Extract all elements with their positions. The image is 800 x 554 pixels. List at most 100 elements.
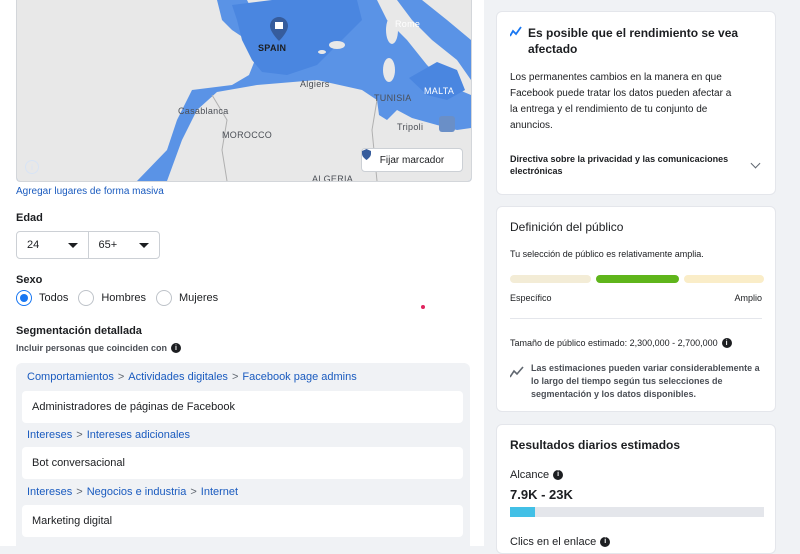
- map-label-tripoli: Tripoli: [397, 122, 424, 132]
- map-label-spain: SPAIN: [258, 43, 287, 53]
- radio-selected-icon[interactable]: [16, 290, 32, 306]
- performance-warning-title: Es posible que el rendimiento se vea afe…: [528, 25, 738, 57]
- meter-segment-specific: [510, 275, 591, 283]
- performance-warning-card: Es posible que el rendimiento se vea afe…: [496, 11, 776, 195]
- map-label-tunisia: TUNISIA: [374, 93, 412, 103]
- breadcrumb-item[interactable]: Facebook page admins: [242, 371, 356, 383]
- gender-option-women[interactable]: Mujeres: [155, 290, 219, 306]
- breadcrumb-separator: >: [190, 486, 197, 498]
- breadcrumb-item[interactable]: Intereses: [27, 486, 72, 498]
- drop-pin-button[interactable]: Fijar marcador: [361, 148, 463, 172]
- audience-definition-card: Definición del público Tu selección de p…: [496, 206, 776, 412]
- policy-line: Directiva sobre la privacidad y las comu…: [510, 154, 729, 164]
- audience-definition-title: Definición del público: [510, 220, 624, 234]
- performance-warning-body: Los permanentes cambios en la manera en …: [510, 70, 731, 134]
- detailed-targeting-label: Segmentación detallada: [16, 325, 142, 337]
- audience-definition-subtitle: Tu selección de público es relativamente…: [510, 249, 704, 259]
- targeting-breadcrumb: Intereses > Negocios e industria > Interne…: [27, 486, 238, 498]
- targeting-breadcrumb: Comportamientos > Actividades digitales > …: [27, 371, 357, 383]
- meter-right-label: Amplio: [734, 293, 762, 303]
- audience-breadth-meter: [510, 275, 764, 283]
- shield-pin-icon: [362, 149, 371, 160]
- trend-icon: [510, 26, 522, 37]
- breadcrumb-item[interactable]: Comportamientos: [27, 371, 114, 383]
- include-people-label: Incluir personas que coinciden con i: [16, 343, 182, 353]
- targeting-breadcrumb: Intereses > Intereses adicionales: [27, 429, 190, 441]
- body-line: Facebook puede tratar los datos pueden a…: [510, 88, 732, 99]
- breadcrumb-item[interactable]: Negocios e industria: [87, 486, 187, 498]
- info-icon[interactable]: i: [553, 470, 564, 480]
- chevron-down-icon[interactable]: [750, 158, 761, 169]
- note-line: lo largo del tiempo según tus seleccione…: [531, 376, 723, 386]
- chevron-down-icon: [139, 242, 149, 248]
- age-min-select[interactable]: 24: [17, 232, 88, 258]
- age-min-value: 24: [27, 239, 40, 251]
- reach-bar: [510, 507, 764, 517]
- chevron-down-icon: [67, 242, 78, 248]
- age-range-selector: 24 65+: [16, 231, 160, 259]
- targeting-item-label: Administradores de páginas de Facebook: [32, 401, 236, 413]
- gender-option-all[interactable]: Todos: [16, 290, 68, 306]
- targeting-item[interactable]: Administradores de páginas de Facebook: [22, 391, 463, 423]
- age-max-select[interactable]: 65+: [87, 232, 160, 258]
- cursor-marker: [421, 305, 425, 309]
- privacy-directive-link[interactable]: Directiva sobre la privacidad y las comu…: [510, 153, 728, 177]
- breadcrumb-separator: >: [76, 486, 83, 498]
- note-line: segmentación y los datos disponibles.: [531, 389, 697, 399]
- link-clicks-label-row: Clics en el enlace i: [510, 534, 611, 550]
- targeting-item-label: Bot conversacional: [32, 457, 125, 469]
- map-info-icon[interactable]: i: [25, 160, 39, 174]
- breadcrumb-separator: >: [117, 371, 125, 383]
- targeting-item-label: Marketing digital: [32, 515, 113, 527]
- info-icon[interactable]: i: [721, 338, 732, 348]
- age-label: Edad: [16, 212, 43, 224]
- info-icon[interactable]: i: [171, 343, 182, 353]
- title-line: Es posible que el rendimiento se vea: [528, 26, 739, 40]
- map-fullscreen-control[interactable]: [439, 116, 455, 132]
- detailed-targeting-box: Comportamientos > Actividades digitales > …: [16, 363, 470, 546]
- link-clicks-label: Clics en el enlace: [510, 536, 597, 548]
- policy-line: electrónicas: [510, 166, 563, 176]
- reach-label-row: Alcance i: [510, 467, 564, 483]
- location-map[interactable]: SPAIN Rome Algiers TUNISIA MALTA Casabla…: [16, 0, 472, 182]
- body-line: la entrega y el rendimiento de tu conjun…: [510, 104, 708, 115]
- map-label-algiers: Algiers: [300, 79, 330, 89]
- include-people-text: Incluir personas que coinciden con: [16, 343, 168, 353]
- gender-option-label: Hombres: [101, 292, 146, 304]
- meter-left-label: Específico: [510, 293, 552, 303]
- title-line: afectado: [528, 42, 578, 56]
- audience-size-row: Tamaño de público estimado: 2,300,000 - …: [510, 338, 732, 348]
- meter-segment-active: [596, 275, 679, 283]
- gender-option-label: Mujeres: [178, 292, 219, 304]
- drop-pin-label: Fijar marcador: [379, 154, 445, 166]
- targeting-item[interactable]: Bot conversacional: [22, 447, 463, 479]
- meter-segment-broad: [684, 275, 764, 283]
- map-label-casablanca: Casablanca: [178, 106, 229, 116]
- daily-results-card: Resultados diarios estimados Alcance i 7…: [496, 424, 776, 554]
- daily-results-title: Resultados diarios estimados: [510, 438, 681, 452]
- location-pin-icon[interactable]: [270, 17, 288, 41]
- reach-bar-fill: [510, 507, 536, 517]
- age-max-value: 65+: [98, 239, 118, 251]
- bulk-add-locations-link[interactable]: Agregar lugares de forma masiva: [16, 186, 164, 197]
- map-label-malta: MALTA: [424, 86, 455, 96]
- radio-unselected-icon[interactable]: [78, 290, 95, 306]
- audience-size-text: Tamaño de público estimado: 2,300,000 - …: [510, 338, 718, 348]
- note-line: Las estimaciones pueden variar considera…: [531, 363, 760, 373]
- targeting-item[interactable]: Marketing digital: [22, 505, 463, 537]
- breadcrumb-separator: >: [231, 371, 239, 383]
- breadcrumb-item[interactable]: Intereses adicionales: [87, 429, 190, 441]
- breadcrumb-item[interactable]: Actividades digitales: [128, 371, 228, 383]
- gender-option-label: Todos: [39, 292, 69, 304]
- gender-radio-group: Todos Hombres Mujeres: [16, 290, 218, 306]
- breadcrumb-item[interactable]: Internet: [201, 486, 238, 498]
- radio-unselected-icon[interactable]: [155, 290, 172, 306]
- divider: [510, 318, 762, 319]
- gender-option-men[interactable]: Hombres: [78, 290, 146, 306]
- trend-icon: [510, 366, 524, 378]
- gender-label: Sexo: [16, 274, 43, 286]
- map-label-morocco: MOROCCO: [222, 130, 273, 140]
- audience-editor-panel: SPAIN Rome Algiers TUNISIA MALTA Casabla…: [0, 0, 484, 546]
- breadcrumb-item[interactable]: Intereses: [27, 429, 72, 441]
- reach-label: Alcance: [510, 469, 550, 481]
